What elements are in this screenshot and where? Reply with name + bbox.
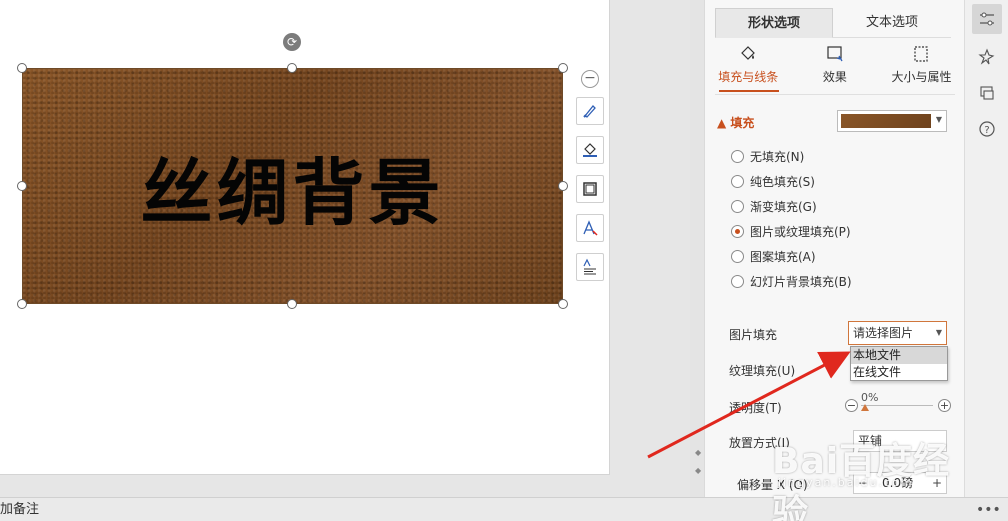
text-layout-button[interactable] [576,253,604,281]
shape-outline-button[interactable] [576,175,604,203]
pin-button[interactable] [972,42,1002,72]
radio-solid-fill[interactable]: 纯色填充(S) [731,171,815,191]
animation-icon [980,86,994,100]
chevron-down-icon: ▼ [935,328,942,337]
increase-icon[interactable]: + [932,473,942,493]
resize-handle-right[interactable] [558,181,568,191]
selected-shape[interactable]: 丝绸背景 [22,68,563,304]
subtab-size-and-properties[interactable]: 大小与属性 [878,42,965,92]
radio-icon [731,174,744,188]
panel-tabs: 形状选项 文本选项 [715,8,951,38]
properties-panel: 形状选项 文本选项 填充与线条 效果 大小与属性 ▲ 填充 ▼ 无填充(N) 纯… [704,0,964,497]
fill-header-label: 填充 [730,116,755,130]
resize-handle-bottom[interactable] [287,299,297,309]
slider-track[interactable] [861,405,933,406]
tab-shape-options[interactable]: 形状选项 [715,8,833,38]
effects-icon [827,46,843,62]
resize-handle-bottom-left[interactable] [17,299,27,309]
help-button[interactable]: ? [972,114,1002,144]
radio-checked-icon [731,224,744,238]
decrease-icon[interactable]: − [858,473,868,493]
layout-label: 放置方式(I) [729,436,790,450]
panel-splitter[interactable]: ◆ ◆ [690,0,704,497]
radio-label: 渐变填充(G) [750,199,817,214]
radio-icon [731,199,744,213]
picture-source-dropdown: 本地文件 在线文件 [850,346,948,381]
subtab-fill-and-line[interactable]: 填充与线条 [705,42,792,92]
properties-icon [980,12,994,26]
pin-icon [978,48,995,65]
picture-select-value: 请选择图片 [853,326,914,340]
animation-button[interactable] [972,78,1002,108]
radio-gradient-fill[interactable]: 渐变填充(G) [731,196,817,216]
offset-x-label: 偏移量 X (O) [737,478,808,492]
outline-icon [583,182,597,196]
brush-icon [583,105,596,118]
active-subtab-indicator [719,90,779,92]
radio-icon [731,149,744,163]
shape-text[interactable]: 丝绸背景 [23,69,562,303]
add-notes-label[interactable]: 加备注 [0,502,39,517]
radio-pattern-fill[interactable]: 图案填充(A) [731,246,816,266]
subtab-label: 填充与线条 [718,70,779,84]
radio-no-fill[interactable]: 无填充(N) [731,146,804,166]
increase-icon[interactable]: + [938,399,951,412]
help-icon: ? [979,121,995,137]
more-icon[interactable]: ••• [976,498,1001,521]
notes-bar[interactable]: 加备注 ••• [0,497,1008,521]
format-brush-button[interactable] [576,97,604,125]
resize-handle-top[interactable] [287,63,297,73]
offset-x-stepper[interactable]: − 0.0磅 + [853,472,947,494]
text-effect-button[interactable] [576,214,604,242]
radio-label: 图案填充(A) [750,249,816,264]
slide[interactable]: ⟳ 丝绸背景 [0,0,610,475]
radio-picture-texture-fill[interactable]: 图片或纹理填充(P) [731,221,851,241]
slider-thumb[interactable] [861,404,869,411]
fill-texture-picker[interactable]: ▼ [837,110,947,132]
picture-fill-label: 图片填充 [729,328,778,342]
fill-section-header[interactable]: ▲ 填充 [717,114,754,131]
transparency-label: 透明度(T) [729,401,782,415]
texture-swatch [841,114,931,128]
transparency-slider[interactable]: − + [845,398,951,418]
radio-label: 纯色填充(S) [750,174,815,189]
texture-fill-label: 纹理填充(U) [729,364,796,378]
rotate-handle-icon[interactable]: ⟳ [283,33,301,51]
resize-handle-left[interactable] [17,181,27,191]
slide-canvas: ⟳ 丝绸背景 − [0,0,690,497]
subtab-label: 大小与属性 [891,70,952,84]
resize-handle-top-left[interactable] [17,63,27,73]
svg-text:?: ? [984,125,989,136]
size-properties-icon [914,46,929,62]
offset-x-value: 0.0磅 [882,476,914,490]
layout-select[interactable]: 平铺 [853,430,947,452]
decrease-icon[interactable]: − [845,399,858,412]
layout-value: 平铺 [858,434,883,448]
shape-fill-button[interactable] [576,136,604,164]
side-toolbar: ? [964,0,1008,497]
dropdown-item-online-file[interactable]: 在线文件 [851,364,947,381]
radio-slide-background-fill[interactable]: 幻灯片背景填充(B) [731,271,852,291]
fill-bucket-icon [583,143,597,157]
tab-text-options[interactable]: 文本选项 [833,8,951,38]
chevron-down-icon: ▼ [935,115,942,124]
properties-button[interactable] [972,4,1002,34]
picture-fill-select[interactable]: 请选择图片 ▼ [848,321,947,345]
subtab-label: 效果 [822,70,847,84]
resize-handle-top-right[interactable] [558,63,568,73]
paint-bucket-icon [741,46,756,60]
text-style-icon [583,220,598,236]
text-layout-icon [583,258,596,275]
subtab-effects[interactable]: 效果 [792,42,879,92]
radio-label: 无填充(N) [750,149,805,164]
radio-icon [731,274,744,288]
divider [715,94,955,95]
resize-handle-bottom-right[interactable] [558,299,568,309]
radio-icon [731,249,744,263]
dropdown-item-local-file[interactable]: 本地文件 [851,347,947,364]
collapse-float-toolbar-icon[interactable]: − [581,70,599,88]
panel-subtabs: 填充与线条 效果 大小与属性 [705,42,965,92]
radio-label: 图片或纹理填充(P) [750,224,851,239]
radio-label: 幻灯片背景填充(B) [750,274,852,289]
